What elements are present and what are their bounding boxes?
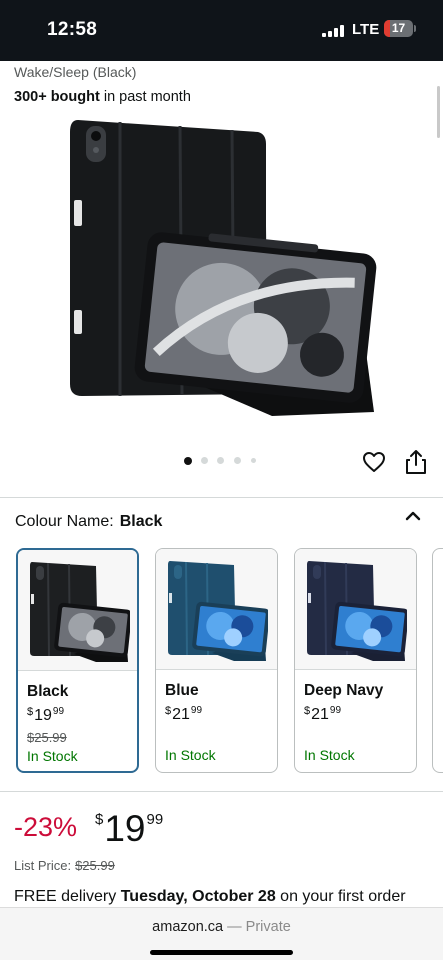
price-currency: $: [27, 706, 34, 718]
price-currency: $: [304, 705, 311, 717]
status-bar: 12:58 LTE 17: [0, 0, 443, 61]
bought-count: 300+ bought in past month: [14, 89, 191, 105]
carousel-dot[interactable]: [234, 457, 241, 464]
colour-option-name: Black: [27, 683, 69, 700]
price-dollars: 21: [311, 706, 329, 723]
share-icon[interactable]: [405, 449, 427, 475]
url-domain: amazon.ca: [152, 919, 224, 935]
colour-selected-value: Black: [119, 513, 163, 530]
scroll-indicator: [437, 86, 440, 138]
list-price: List Price: $25.99: [14, 858, 115, 873]
private-mode-label: Private: [245, 919, 291, 935]
colour-option-deep-navy[interactable]: Deep Navy $2199 In Stock: [294, 548, 417, 773]
carousel-dot[interactable]: [184, 456, 192, 465]
carousel-dot[interactable]: [217, 457, 224, 464]
price-cents: 99: [190, 705, 203, 716]
battery-icon: 17: [384, 20, 413, 37]
price-cents: 99: [146, 811, 164, 828]
colour-option-stock: In Stock: [304, 747, 355, 763]
chevron-up-icon[interactable]: [404, 509, 422, 523]
colour-option-was-price: $25.99: [27, 730, 67, 745]
price-dollars: 19: [34, 707, 52, 724]
colour-option-blue[interactable]: Blue $2199 In Stock: [155, 548, 278, 773]
product-title-end: Wake/Sleep (Black): [14, 64, 137, 80]
battery-tip: [414, 25, 416, 32]
colour-option-image: [295, 549, 416, 670]
colour-option-stock: In Stock: [165, 747, 216, 763]
signal-strength-icon: [322, 25, 344, 37]
bought-count-bold: 300+ bought: [14, 89, 100, 105]
colour-option-partial[interactable]: [432, 548, 443, 773]
heart-icon[interactable]: [362, 450, 386, 474]
price-cents: 99: [52, 706, 65, 717]
price-cents: 99: [329, 705, 342, 716]
home-indicator[interactable]: [150, 950, 293, 955]
list-price-label: List Price:: [14, 858, 72, 873]
colour-option-black[interactable]: Black $1999 $25.99 In Stock: [16, 548, 139, 773]
colour-name-label: Colour Name: Black: [15, 513, 162, 531]
bought-count-rest: in past month: [99, 89, 191, 105]
browser-address-bar[interactable]: amazon.ca — Private: [0, 907, 443, 960]
colour-option-image: [156, 549, 277, 670]
delivery-date: Tuesday, October 28: [120, 888, 276, 905]
price-dollars: 19: [104, 808, 146, 849]
carousel-dot[interactable]: [251, 458, 256, 463]
delivery-info: FREE delivery Tuesday, October 28 on you…: [14, 888, 406, 906]
carousel-dot[interactable]: [201, 457, 208, 464]
network-type: LTE: [352, 21, 380, 38]
current-price: $1999: [95, 808, 163, 850]
url-label[interactable]: amazon.ca — Private: [0, 919, 443, 935]
url-separator: —: [223, 919, 246, 935]
colour-option-price: $2199: [165, 705, 202, 724]
status-time: 12:58: [47, 19, 98, 40]
battery-level: 17: [391, 21, 406, 35]
list-price-value: $25.99: [75, 858, 115, 873]
colour-label-text: Colour Name:: [15, 513, 114, 530]
price-currency: $: [165, 705, 172, 717]
section-divider: [0, 791, 443, 792]
discount-percent: -23%: [14, 812, 78, 842]
colour-option-name: Blue: [165, 682, 199, 699]
colour-option-price: $1999: [27, 706, 64, 725]
delivery-prefix: FREE delivery: [14, 888, 121, 905]
price-currency: $: [95, 811, 104, 828]
colour-option-price: $2199: [304, 705, 341, 724]
section-divider: [0, 497, 443, 498]
colour-option-stock: In Stock: [27, 748, 78, 764]
delivery-suffix: on your first order: [275, 888, 406, 905]
price-dollars: 21: [172, 706, 190, 723]
colour-option-image: [18, 550, 137, 671]
product-image[interactable]: [62, 114, 382, 424]
colour-option-name: Deep Navy: [304, 682, 384, 699]
